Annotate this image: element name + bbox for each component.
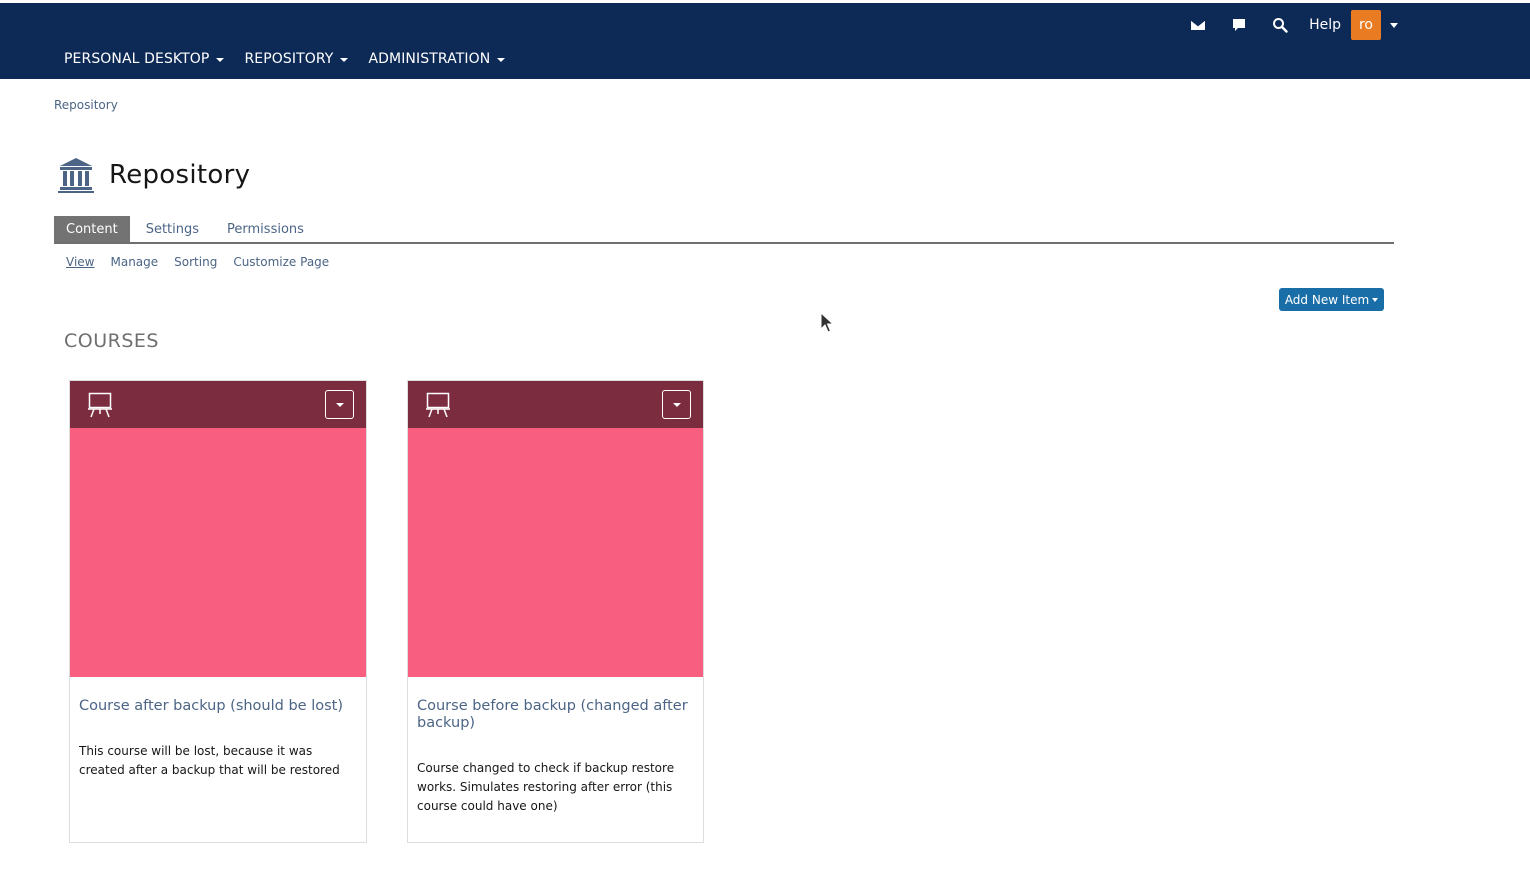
- search-icon[interactable]: [1259, 7, 1300, 43]
- tab-content[interactable]: Content: [54, 216, 130, 242]
- chat-icon[interactable]: [1218, 7, 1259, 43]
- chevron-down-icon: [497, 58, 506, 62]
- add-new-item-label: Add New Item: [1284, 292, 1370, 307]
- subtab-bar: View Manage Sorting Customize Page: [66, 254, 345, 270]
- tab-settings[interactable]: Settings: [134, 216, 211, 242]
- card-image[interactable]: [408, 428, 703, 677]
- subtab-manage[interactable]: Manage: [110, 255, 158, 269]
- card-header: [408, 381, 703, 428]
- course-card: Course after backup (should be lost) Thi…: [69, 380, 367, 843]
- course-description: Course changed to check if backup restor…: [417, 761, 675, 813]
- subtab-view[interactable]: View: [66, 255, 94, 269]
- chevron-down-icon: [216, 58, 225, 62]
- avatar[interactable]: ro: [1351, 10, 1381, 40]
- page-header: Repository: [58, 155, 250, 195]
- section-title: COURSES: [64, 330, 159, 352]
- nav-label: PERSONAL DESKTOP: [64, 51, 210, 67]
- top-icons: Help ro: [1177, 7, 1398, 43]
- page-title: Repository: [109, 160, 251, 190]
- add-new-item-button[interactable]: Add New Item: [1279, 288, 1384, 311]
- main-navigation: PERSONAL DESKTOP REPOSITORY ADMINISTRATI…: [54, 44, 515, 74]
- chevron-down-icon: [672, 402, 681, 407]
- subtab-customize-page[interactable]: Customize Page: [233, 255, 329, 269]
- breadcrumb[interactable]: Repository: [54, 98, 118, 112]
- tab-bar: Content Settings Permissions: [54, 216, 1394, 244]
- chevron-down-icon: [335, 402, 344, 407]
- course-title-link[interactable]: Course after backup (should be lost): [79, 698, 357, 715]
- tab-permissions[interactable]: Permissions: [215, 216, 316, 242]
- top-bar: Help ro PERSONAL DESKTOP REPOSITORY ADMI…: [0, 0, 1530, 79]
- course-card: Course before backup (changed after back…: [407, 380, 704, 843]
- course-title-link[interactable]: Course before backup (changed after back…: [417, 698, 695, 732]
- course-icon: [426, 392, 450, 418]
- subtab-sorting[interactable]: Sorting: [174, 255, 217, 269]
- mail-icon[interactable]: [1177, 7, 1218, 43]
- help-link[interactable]: Help: [1300, 17, 1351, 33]
- repository-icon: [58, 158, 94, 193]
- nav-label: ADMINISTRATION: [368, 51, 491, 67]
- card-image[interactable]: [70, 428, 366, 677]
- card-actions-button[interactable]: [325, 390, 354, 419]
- course-icon: [88, 392, 112, 418]
- nav-label: REPOSITORY: [244, 51, 334, 67]
- mouse-cursor-icon: [820, 312, 834, 333]
- chevron-down-icon[interactable]: [1390, 22, 1398, 28]
- nav-personal-desktop[interactable]: PERSONAL DESKTOP: [54, 44, 234, 74]
- chevron-down-icon: [1372, 297, 1379, 302]
- chevron-down-icon: [340, 58, 349, 62]
- course-description: This course will be lost, because it was…: [79, 744, 340, 777]
- card-actions-button[interactable]: [662, 390, 691, 419]
- nav-repository[interactable]: REPOSITORY: [234, 44, 358, 74]
- nav-administration[interactable]: ADMINISTRATION: [358, 44, 515, 74]
- card-header: [70, 381, 366, 428]
